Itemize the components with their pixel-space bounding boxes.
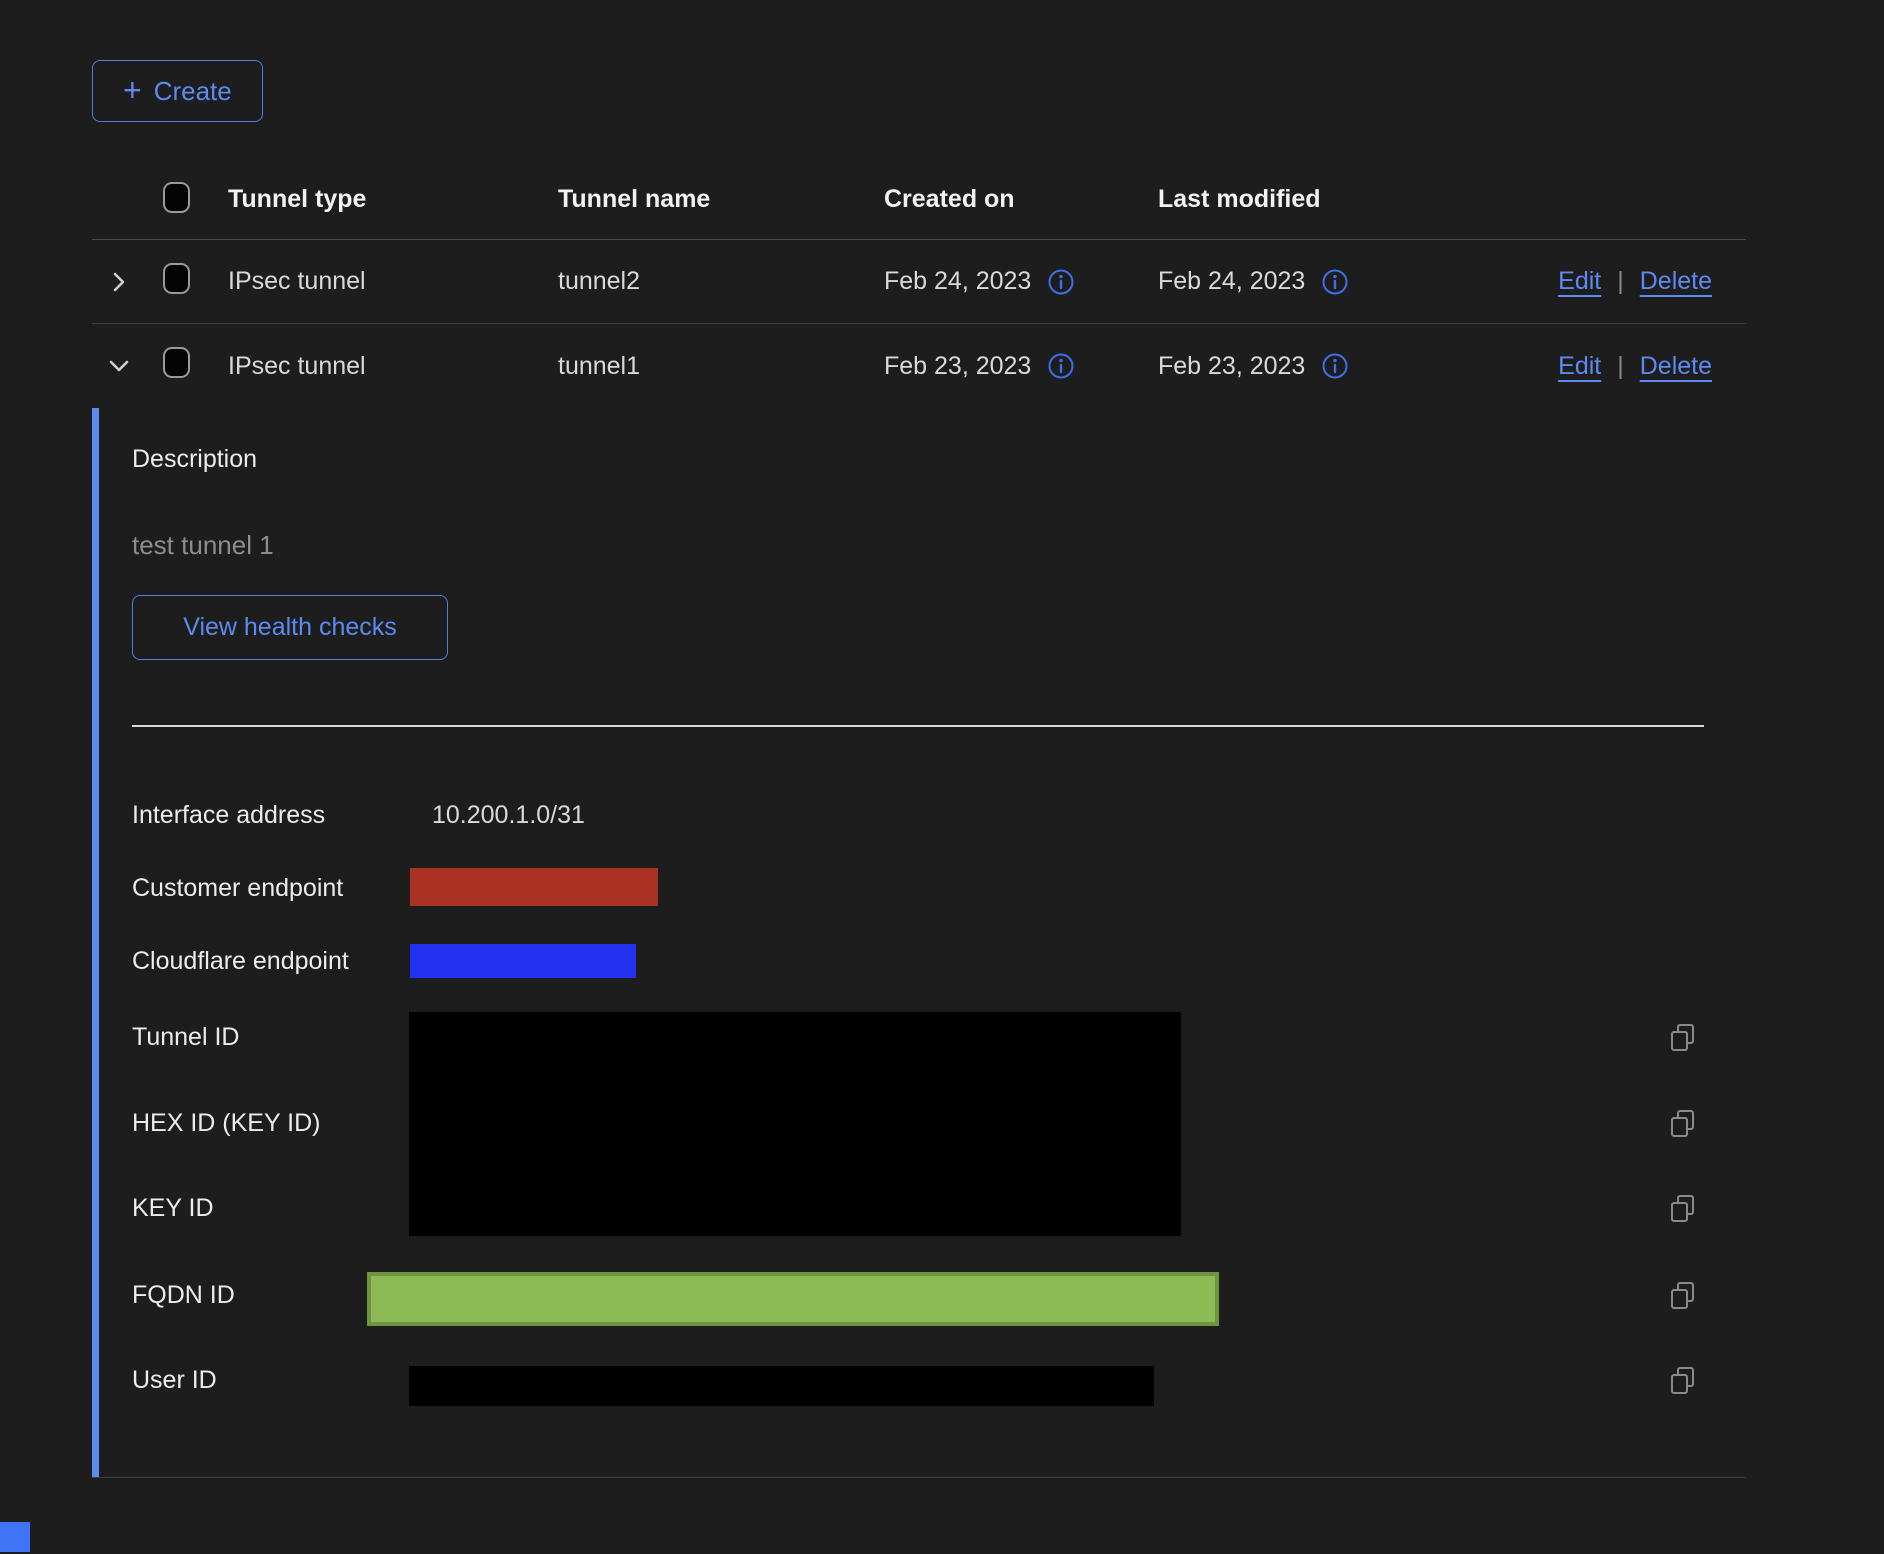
customer-endpoint-redacted-value — [410, 868, 658, 906]
hex-id-label: HEX ID (KEY ID) — [132, 1108, 320, 1138]
copy-icon — [1668, 1280, 1698, 1312]
interface-address-label: Interface address — [132, 800, 325, 830]
chevron-right-icon — [106, 269, 132, 295]
delete-link[interactable]: Delete — [1640, 267, 1712, 296]
select-all-checkbox[interactable] — [163, 182, 190, 213]
copy-hex-id-button[interactable] — [1668, 1108, 1698, 1140]
customer-endpoint-label: Customer endpoint — [132, 873, 343, 903]
row-checkbox[interactable] — [163, 263, 190, 294]
view-health-checks-button[interactable]: View health checks — [132, 595, 448, 660]
viewport-corner-accent — [0, 1522, 30, 1552]
tunnel-name-cell: tunnel2 — [558, 267, 884, 296]
plus-icon: + — [123, 74, 142, 106]
cloudflare-endpoint-redacted-value — [410, 944, 636, 978]
actions-separator: | — [1617, 352, 1624, 381]
section-divider — [132, 725, 1704, 727]
header-created-on: Created on — [884, 185, 1158, 214]
row-checkbox[interactable] — [163, 347, 190, 378]
copy-icon — [1668, 1193, 1698, 1225]
table-row: IPsec tunnel tunnel2 Feb 24, 2023 Feb 24… — [92, 240, 1746, 324]
user-id-redacted-value — [409, 1366, 1154, 1406]
create-button-label: Create — [154, 76, 232, 107]
copy-fqdn-id-button[interactable] — [1668, 1280, 1698, 1312]
collapse-row-button[interactable] — [92, 353, 163, 379]
fqdn-id-redacted-value — [367, 1272, 1219, 1326]
key-id-label: KEY ID — [132, 1193, 214, 1223]
copy-key-id-button[interactable] — [1668, 1193, 1698, 1225]
create-button[interactable]: + Create — [92, 60, 263, 122]
info-icon[interactable] — [1321, 352, 1349, 380]
tunnel-type-cell: IPsec tunnel — [228, 352, 558, 381]
description-label: Description — [132, 445, 257, 474]
edit-link[interactable]: Edit — [1558, 267, 1601, 296]
tunnels-table: Tunnel type Tunnel name Created on Last … — [92, 160, 1746, 1478]
copy-icon — [1668, 1022, 1698, 1054]
user-id-label: User ID — [132, 1365, 217, 1395]
table-row: IPsec tunnel tunnel1 Feb 23, 2023 Feb 23… — [92, 324, 1746, 408]
last-modified-cell: Feb 24, 2023 — [1158, 267, 1305, 296]
cloudflare-endpoint-label: Cloudflare endpoint — [132, 946, 349, 976]
created-on-cell: Feb 23, 2023 — [884, 352, 1031, 381]
delete-link[interactable]: Delete — [1640, 352, 1712, 381]
last-modified-cell: Feb 23, 2023 — [1158, 352, 1305, 381]
edit-link[interactable]: Edit — [1558, 352, 1601, 381]
created-on-cell: Feb 24, 2023 — [884, 267, 1031, 296]
info-icon[interactable] — [1321, 268, 1349, 296]
interface-address-value: 10.200.1.0/31 — [432, 800, 585, 830]
copy-tunnel-id-button[interactable] — [1668, 1022, 1698, 1054]
copy-icon — [1668, 1365, 1698, 1397]
expanded-accent-bar — [92, 408, 99, 1477]
description-value: test tunnel 1 — [132, 530, 274, 561]
table-header-row: Tunnel type Tunnel name Created on Last … — [92, 160, 1746, 240]
info-icon[interactable] — [1047, 268, 1075, 296]
actions-separator: | — [1617, 267, 1624, 296]
expand-row-button[interactable] — [92, 269, 163, 295]
fqdn-id-label: FQDN ID — [132, 1280, 235, 1310]
chevron-down-icon — [106, 353, 132, 379]
info-icon[interactable] — [1047, 352, 1075, 380]
ids-redacted-values — [409, 1012, 1181, 1236]
header-tunnel-type: Tunnel type — [228, 185, 558, 214]
tunnel-id-label: Tunnel ID — [132, 1022, 239, 1052]
copy-icon — [1668, 1108, 1698, 1140]
copy-user-id-button[interactable] — [1668, 1365, 1698, 1397]
header-tunnel-name: Tunnel name — [558, 185, 884, 214]
tunnel-type-cell: IPsec tunnel — [228, 267, 558, 296]
tunnel-name-cell: tunnel1 — [558, 352, 884, 381]
tunnel-detail-panel: Description test tunnel 1 View health ch… — [92, 408, 1746, 1478]
tunnels-page: + Create Tunnel type Tunnel name Created… — [0, 0, 1884, 1554]
header-last-modified: Last modified — [1158, 185, 1746, 214]
